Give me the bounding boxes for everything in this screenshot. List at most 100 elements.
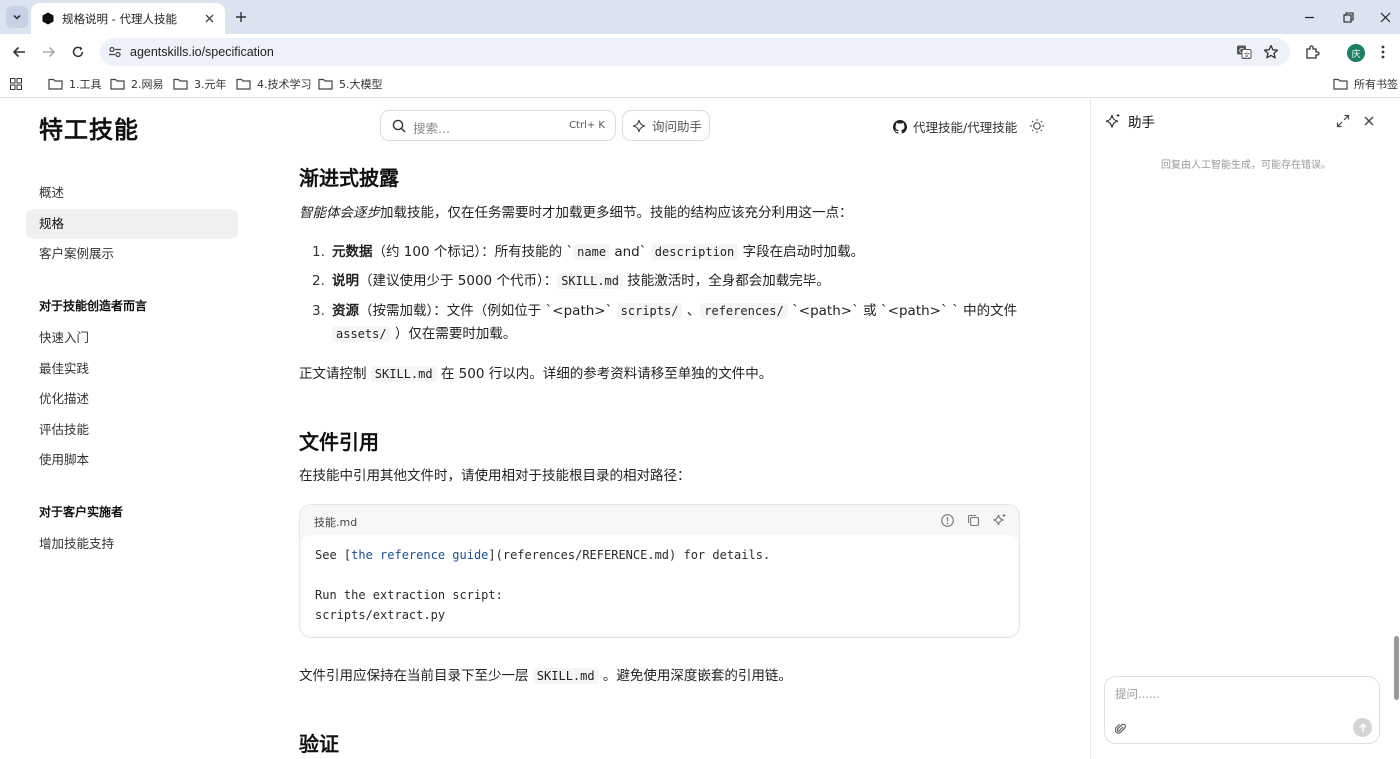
bookmark-folder[interactable]: 1.工具 — [48, 76, 102, 92]
send-button[interactable] — [1353, 718, 1372, 737]
search-input[interactable]: 搜索... Ctrl+ K — [380, 110, 616, 141]
list-item-text: 字段在启动时加载。 — [738, 244, 865, 260]
list-item-text: （建议使用少于 5000 个代币）： — [359, 273, 558, 289]
list-item-text: and` — [610, 244, 651, 260]
search-shortcut: Ctrl+ K — [569, 120, 605, 131]
tab-search-button[interactable] — [6, 6, 28, 28]
sidebar-item-using-scripts[interactable]: 使用脚本 — [26, 445, 238, 475]
folder-icon — [173, 78, 188, 90]
plus-icon — [236, 12, 246, 22]
bookmark-folder[interactable]: 2.网易 — [110, 76, 164, 92]
list-item-title: 资源 — [332, 303, 359, 319]
bookmark-folder[interactable]: 5.大模型 — [318, 76, 383, 92]
sidebar-item-best-practices[interactable]: 最佳实践 — [26, 354, 238, 384]
list-item-text: （按需加载）：文件（例如位于 `<path>` — [359, 303, 617, 319]
all-bookmarks-label: 所有书签 — [1354, 78, 1398, 91]
paperclip-icon[interactable] — [1115, 722, 1126, 735]
ask-assistant-label: 询问助手 — [652, 119, 703, 134]
all-bookmarks-button[interactable]: 所有书签 — [1333, 76, 1398, 92]
ask-assistant-button[interactable]: 询问助手 — [622, 110, 710, 141]
page-scrollbar[interactable] — [1394, 636, 1399, 700]
paragraph-text: 文件引用应保持在当前目录下至少一层 — [299, 668, 533, 684]
folder-icon — [1333, 78, 1348, 90]
bookmark-label: 3.元年 — [194, 78, 227, 91]
close-icon — [1380, 12, 1390, 22]
profile-avatar[interactable]: 庆 — [1347, 44, 1365, 62]
sidebar-item-showcase[interactable]: 客户案例展示 — [26, 239, 238, 269]
apps-grid-icon — [10, 78, 22, 90]
github-icon — [893, 119, 907, 134]
close-icon[interactable] — [1362, 114, 1376, 128]
list-number: 2. — [312, 273, 325, 289]
bookmark-folder[interactable]: 4.技术学习 — [236, 76, 312, 92]
site-info-icon[interactable] — [108, 45, 122, 59]
list-item-text: 技能激活时，全身都会加载完毕。 — [623, 273, 830, 289]
back-button[interactable] — [8, 41, 30, 63]
site-logo-text[interactable]: 特工技能 — [39, 110, 139, 145]
hexagon-favicon-icon — [42, 12, 54, 25]
close-window-button[interactable] — [1372, 6, 1398, 28]
list-item-continuation: assets/ ）仅在需要时加载。 — [332, 323, 516, 346]
sparkle-icon[interactable] — [992, 513, 1007, 528]
assistant-title: 助手 — [1128, 115, 1155, 131]
bookmark-label: 5.大模型 — [339, 78, 383, 91]
url-text[interactable]: agentskills.io/specification — [130, 45, 274, 59]
code-link: the reference guide — [351, 548, 489, 562]
info-icon[interactable] — [940, 513, 955, 528]
copy-icon[interactable] — [966, 513, 981, 528]
intro-italic: 智能体会逐步 — [299, 205, 380, 221]
restore-icon — [1342, 11, 1354, 23]
folder-icon — [48, 78, 63, 90]
folder-icon — [110, 78, 125, 90]
list-item: 3. 资源（按需加载）：文件（例如位于 `<path>` scripts/ 、 r… — [312, 300, 1018, 323]
sidebar-item-specification[interactable]: 规格 — [26, 208, 238, 239]
apps-button[interactable] — [10, 76, 28, 92]
new-tab-button[interactable] — [231, 7, 251, 27]
code-filename: 技能.md — [314, 516, 358, 529]
code-content: See [the reference guide](references/REF… — [301, 535, 1018, 636]
tab-close-icon[interactable] — [201, 11, 217, 27]
sidebar-item-evaluate-skills[interactable]: 评估技能 — [26, 415, 238, 445]
star-icon[interactable] — [1263, 44, 1279, 60]
sidebar-item-overview[interactable]: 概述 — [26, 178, 238, 208]
sidebar-item-add-skill-support[interactable]: 增加技能支持 — [26, 529, 238, 559]
code-line: Run the extraction script: — [315, 588, 503, 602]
bookmark-label: 4.技术学习 — [257, 78, 312, 91]
minimize-icon — [1304, 16, 1314, 18]
sun-icon[interactable] — [1029, 118, 1045, 134]
github-label: 代理技能/代理技能 — [913, 120, 1018, 135]
list-item-text: ）仅在需要时加载。 — [390, 326, 517, 342]
list-number: 3. — [312, 303, 325, 319]
paragraph-text: 在 500 行以内。详细的参考资料请移至单独的文件中。 — [436, 366, 773, 382]
sidebar-nav: 概述 规格 客户案例展示 对于技能创造者而言 快速入门 最佳实践 优化描述 评估… — [26, 178, 238, 560]
list-item-text: `<path>` 或 `<path>` ` 中的文件 — [787, 303, 1018, 319]
heading-file-references: 文件引用 — [299, 430, 379, 454]
inline-code: scripts/ — [616, 303, 683, 319]
search-placeholder: 搜索... — [413, 121, 450, 136]
intro-text: 加载技能，仅在任务需要时才加载更多细节。技能的结构应该充分利用这一点： — [380, 205, 853, 221]
browser-tab[interactable]: 规格说明 - 代理人技能 — [31, 3, 225, 34]
puzzle-icon — [1305, 44, 1320, 59]
bookmark-folder[interactable]: 3.元年 — [173, 76, 227, 92]
forward-button[interactable] — [38, 41, 60, 63]
assistant-input[interactable]: 提问...... — [1104, 676, 1380, 744]
translate-icon[interactable]: G文 — [1236, 44, 1252, 60]
inline-code: SKILL.md — [557, 273, 623, 289]
sidebar-group-title: 对于技能创造者而言 — [39, 299, 148, 313]
extensions-button[interactable] — [1302, 42, 1322, 62]
sidebar-item-optimize-descriptions[interactable]: 优化描述 — [26, 384, 238, 414]
list-item-text: （约 100 个标记）：所有技能的 ` — [372, 244, 574, 260]
reload-icon — [72, 46, 84, 58]
address-bar[interactable]: agentskills.io/specification G文 — [100, 38, 1290, 66]
browser-menu-button[interactable] — [1373, 42, 1393, 62]
svg-text:文: 文 — [1244, 50, 1251, 59]
inline-code: assets/ — [332, 326, 391, 342]
expand-icon[interactable] — [1336, 114, 1350, 128]
paragraph-text: 。避免使用深度嵌套的引用链。 — [598, 668, 792, 684]
sidebar-item-quickstart[interactable]: 快速入门 — [26, 323, 238, 353]
github-link[interactable]: 代理技能/代理技能 — [893, 117, 1017, 136]
minimize-button[interactable] — [1296, 6, 1322, 28]
restore-button[interactable] — [1335, 6, 1361, 28]
bookmark-label: 1.工具 — [69, 78, 102, 91]
reload-button[interactable] — [67, 41, 89, 63]
